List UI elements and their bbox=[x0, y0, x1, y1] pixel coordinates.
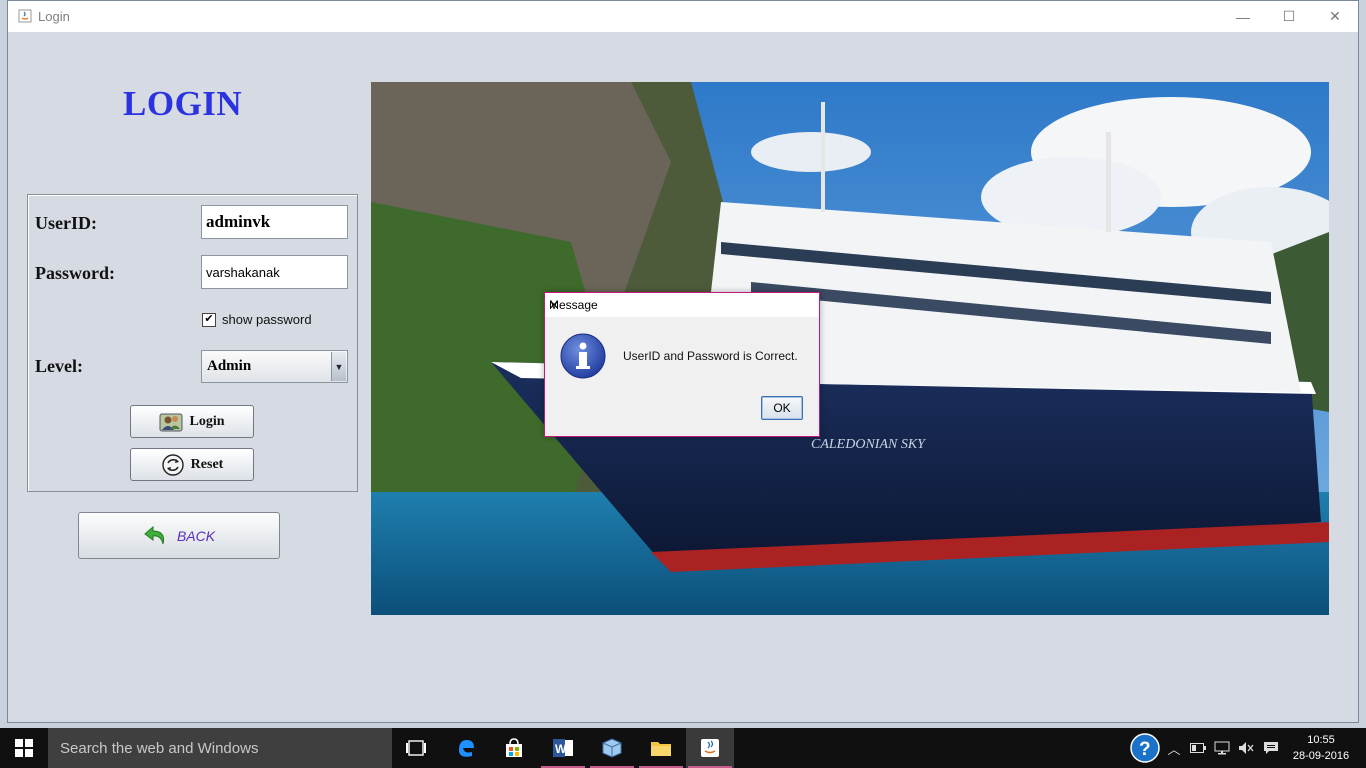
show-password-label: show password bbox=[222, 312, 312, 327]
maximize-icon: ☐ bbox=[1282, 8, 1296, 24]
back-button-label: BACK bbox=[176, 527, 216, 544]
close-button[interactable]: ✕ bbox=[1312, 1, 1358, 32]
level-selected-value: Admin bbox=[207, 358, 252, 374]
login-button-label: Login bbox=[189, 413, 225, 429]
show-password-toggle[interactable]: ✔ show password bbox=[202, 312, 312, 327]
edge-button[interactable] bbox=[442, 728, 490, 768]
close-icon: ✕ bbox=[1329, 8, 1341, 24]
taskbar: Search the web and Windows W ? ︿ 10:55 2… bbox=[0, 728, 1366, 768]
dialog-close-icon[interactable]: ✕ bbox=[549, 298, 813, 312]
virtualbox-button[interactable] bbox=[588, 728, 636, 768]
dialog-title-bar[interactable]: Message ✕ bbox=[545, 293, 819, 317]
edge-icon bbox=[459, 740, 474, 757]
battery-icon[interactable] bbox=[1186, 728, 1210, 768]
cruise-ship-image: CALEDONIAN SKY bbox=[371, 82, 1329, 615]
password-label: Password: bbox=[35, 263, 115, 283]
login-form-panel: UserID: adminvk Password: varshakanak ✔ … bbox=[27, 194, 358, 492]
virtualbox-icon bbox=[602, 738, 622, 758]
folder-icon bbox=[651, 742, 671, 756]
reset-button-label: Reset bbox=[190, 456, 224, 472]
action-center-icon[interactable] bbox=[1258, 728, 1284, 768]
clock-time: 10:55 bbox=[1307, 734, 1335, 746]
title-bar[interactable]: Login — ☐ ✕ bbox=[8, 1, 1358, 32]
windows-logo-icon bbox=[15, 739, 33, 757]
search-box[interactable]: Search the web and Windows bbox=[48, 728, 392, 768]
chevron-up-icon[interactable]: ︿ bbox=[1164, 728, 1184, 768]
page-title: LOGIN bbox=[123, 84, 243, 123]
window-title: Login bbox=[38, 9, 70, 24]
show-password-checkbox[interactable]: ✔ bbox=[202, 312, 216, 327]
help-button[interactable]: ? bbox=[1128, 728, 1162, 768]
java-app-button[interactable] bbox=[686, 728, 734, 768]
message-dialog: Message ✕ UserID and Password is Correct… bbox=[544, 292, 820, 437]
java-icon bbox=[18, 9, 32, 23]
minimize-button[interactable]: — bbox=[1220, 1, 1266, 32]
refresh-icon bbox=[161, 453, 184, 476]
volume-muted-icon[interactable] bbox=[1234, 728, 1258, 768]
reset-button[interactable]: Reset bbox=[130, 448, 254, 481]
level-select[interactable]: Admin ▼ bbox=[201, 350, 348, 383]
word-button[interactable]: W bbox=[539, 728, 587, 768]
svg-text:CALEDONIAN SKY: CALEDONIAN SKY bbox=[811, 437, 927, 452]
svg-text:W: W bbox=[555, 742, 567, 756]
svg-text:?: ? bbox=[1139, 739, 1151, 760]
information-icon bbox=[560, 333, 606, 379]
back-arrow-icon bbox=[144, 525, 164, 544]
minimize-icon: — bbox=[1236, 8, 1250, 25]
userid-input[interactable]: adminvk bbox=[201, 205, 348, 239]
level-label: Level: bbox=[35, 356, 83, 376]
store-icon bbox=[506, 738, 522, 757]
dialog-message: UserID and Password is Correct. bbox=[623, 349, 798, 363]
password-input[interactable]: varshakanak bbox=[201, 255, 348, 289]
network-icon[interactable] bbox=[1210, 728, 1234, 768]
task-view-icon bbox=[406, 740, 426, 756]
back-button[interactable]: BACK bbox=[78, 512, 280, 559]
userid-label: UserID: bbox=[35, 213, 97, 233]
java-icon bbox=[701, 739, 719, 757]
ok-button[interactable]: OK bbox=[761, 396, 803, 420]
system-clock[interactable]: 10:55 28-09-2016 bbox=[1286, 732, 1356, 764]
word-icon: W bbox=[553, 739, 573, 757]
file-explorer-button[interactable] bbox=[637, 728, 685, 768]
store-button[interactable] bbox=[490, 728, 538, 768]
start-button[interactable] bbox=[0, 728, 48, 768]
maximize-button[interactable]: ☐ bbox=[1266, 1, 1312, 32]
task-view-button[interactable] bbox=[392, 728, 440, 768]
dropdown-arrow-icon[interactable]: ▼ bbox=[331, 352, 346, 381]
help-icon: ? bbox=[1130, 733, 1160, 763]
clock-date: 28-09-2016 bbox=[1292, 750, 1350, 762]
users-icon bbox=[159, 413, 183, 431]
login-button[interactable]: Login bbox=[130, 405, 254, 438]
